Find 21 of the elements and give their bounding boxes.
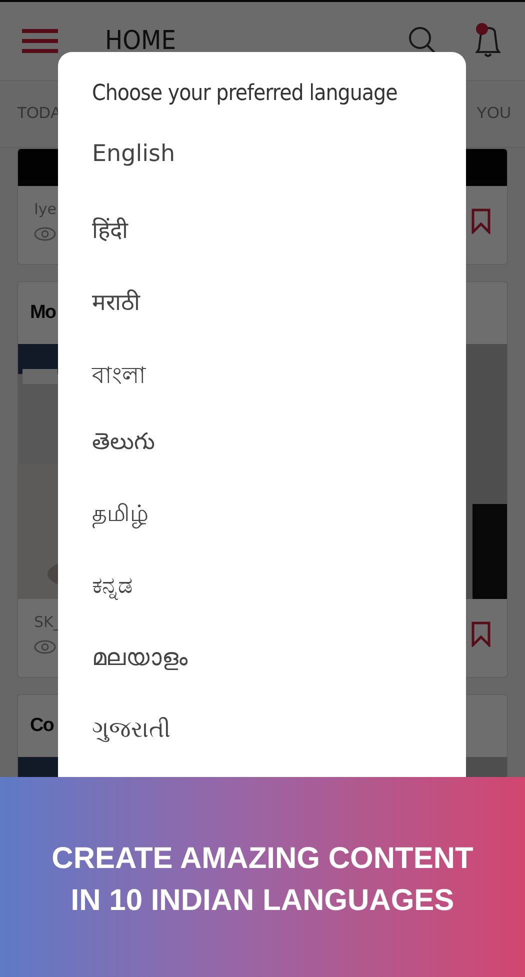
language-option[interactable]: ಕನ್ನಡ xyxy=(92,573,133,599)
eye-icon xyxy=(34,227,56,241)
menu-icon[interactable] xyxy=(22,28,58,54)
post-title: Mo xyxy=(30,302,56,324)
language-option[interactable]: বাংলা xyxy=(92,357,146,396)
dialog-title: Choose your preferred language xyxy=(92,81,398,106)
eye-icon xyxy=(34,640,56,654)
page-title: HOME xyxy=(105,26,177,56)
bookmark-icon[interactable] xyxy=(471,621,491,647)
language-option[interactable]: മലയാളം xyxy=(92,645,188,671)
bell-icon[interactable] xyxy=(473,23,503,59)
post-title: Co xyxy=(30,715,54,737)
language-option[interactable]: मराठी xyxy=(92,285,140,317)
language-option[interactable]: हिंदी xyxy=(92,213,128,245)
banner-headline: IN 10 INDIAN LANGUAGES xyxy=(70,883,454,919)
bookmark-icon[interactable] xyxy=(471,208,491,234)
language-option[interactable]: தமிழ் xyxy=(92,501,149,530)
banner-headline: CREATE AMAZING CONTENT xyxy=(52,841,474,877)
language-option[interactable]: తెలుగు xyxy=(92,429,155,460)
language-option[interactable]: ગુજરાતી xyxy=(92,717,171,743)
language-option[interactable]: English xyxy=(92,141,176,167)
